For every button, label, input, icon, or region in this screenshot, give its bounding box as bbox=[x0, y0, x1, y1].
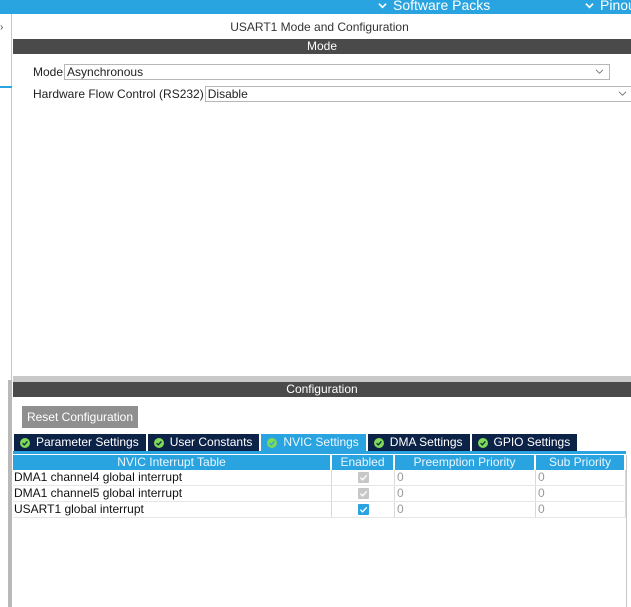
interrupt-name: USART1 global interrupt bbox=[13, 502, 332, 517]
panel-title: USART1 Mode and Configuration bbox=[230, 20, 409, 34]
column-header-enabled[interactable]: Enabled bbox=[332, 455, 395, 470]
interrupt-name: DMA1 channel5 global interrupt bbox=[13, 486, 332, 501]
preemption-priority-cell: 0 bbox=[395, 470, 536, 485]
hardware-flow-control-value: Disable bbox=[207, 87, 248, 101]
chevron-down-icon bbox=[595, 69, 604, 74]
software-packs-menu[interactable]: Software Packs bbox=[378, 0, 490, 13]
tab-nvic-settings[interactable]: NVIC Settings bbox=[261, 434, 366, 451]
column-header-preemption-priority[interactable]: Preemption Priority bbox=[395, 455, 536, 470]
tab-user-constants[interactable]: User Constants bbox=[147, 434, 260, 451]
hardware-flow-control-row: Hardware Flow Control (RS232) Disable bbox=[33, 86, 631, 102]
preemption-priority-cell: 0 bbox=[395, 486, 536, 501]
hardware-flow-control-label: Hardware Flow Control (RS232) bbox=[33, 87, 204, 101]
chevron-down-icon bbox=[618, 91, 627, 96]
enabled-checkbox[interactable] bbox=[357, 504, 369, 515]
mode-select-value: Asynchronous bbox=[67, 65, 144, 79]
chevron-down-icon bbox=[378, 2, 387, 8]
mode-label: Mode bbox=[33, 65, 64, 79]
tab-parameter-settings[interactable]: Parameter Settings bbox=[14, 434, 146, 451]
enabled-cell bbox=[332, 502, 395, 517]
tab-label: Parameter Settings bbox=[36, 435, 139, 449]
sub-priority-cell: 0 bbox=[536, 486, 626, 501]
tab-label: DMA Settings bbox=[389, 435, 463, 449]
column-header-sub-priority[interactable]: Sub Priority bbox=[536, 455, 626, 470]
left-tab-glyph: › bbox=[0, 22, 4, 33]
check-circle-icon bbox=[20, 437, 30, 448]
table-header-row: NVIC Interrupt Table Enabled Preemption … bbox=[13, 455, 626, 470]
left-panel-tab[interactable]: › bbox=[0, 14, 12, 88]
enabled-checkbox bbox=[357, 488, 369, 499]
interrupt-name: DMA1 channel4 global interrupt bbox=[13, 470, 332, 485]
table-row[interactable]: DMA1 channel5 global interrupt 0 0 bbox=[13, 486, 626, 502]
mode-section-header: Mode bbox=[13, 39, 631, 54]
tab-label: NVIC Settings bbox=[283, 435, 359, 449]
checkmark-icon bbox=[359, 490, 367, 497]
pinout-menu[interactable]: Pinout bbox=[585, 0, 631, 13]
reset-configuration-button[interactable]: Reset Configuration bbox=[22, 406, 138, 428]
check-circle-icon bbox=[153, 437, 164, 448]
check-circle-icon bbox=[373, 437, 384, 448]
config-tabs: Parameter Settings User Constants NVIC S… bbox=[14, 434, 579, 451]
configuration-section-header: Configuration bbox=[13, 382, 631, 397]
tab-label: User Constants bbox=[169, 435, 253, 449]
usart1-config-panel: USART1 Mode and Configuration Mode Mode … bbox=[13, 14, 631, 607]
sub-priority-cell[interactable]: 0 bbox=[536, 502, 626, 517]
enabled-cell bbox=[332, 470, 395, 485]
nvic-interrupt-table: NVIC Interrupt Table Enabled Preemption … bbox=[13, 455, 626, 518]
enabled-checkbox bbox=[357, 472, 369, 483]
chevron-down-icon bbox=[585, 2, 594, 8]
table-row[interactable]: USART1 global interrupt 0 0 bbox=[13, 502, 626, 518]
software-packs-label: Software Packs bbox=[393, 0, 491, 13]
enabled-cell bbox=[332, 486, 395, 501]
sub-priority-cell: 0 bbox=[536, 470, 626, 485]
table-right-border bbox=[626, 455, 627, 607]
tabs-underline bbox=[13, 451, 626, 454]
left-scroll-strip[interactable] bbox=[8, 380, 12, 607]
tab-dma-settings[interactable]: DMA Settings bbox=[367, 434, 470, 451]
checkmark-icon bbox=[359, 474, 367, 481]
preemption-priority-cell[interactable]: 0 bbox=[395, 502, 536, 517]
tab-gpio-settings[interactable]: GPIO Settings bbox=[471, 434, 578, 451]
column-header-interrupt[interactable]: NVIC Interrupt Table bbox=[13, 455, 332, 470]
top-menu-bar: Software Packs Pinout bbox=[0, 0, 631, 14]
table-row[interactable]: DMA1 channel4 global interrupt 0 0 bbox=[13, 470, 626, 486]
check-circle-icon bbox=[477, 437, 488, 448]
mode-select[interactable]: Asynchronous bbox=[64, 64, 611, 80]
hardware-flow-control-select[interactable]: Disable bbox=[204, 86, 631, 102]
tab-label: GPIO Settings bbox=[493, 435, 571, 449]
pinout-label: Pinout bbox=[600, 0, 631, 13]
checkmark-icon bbox=[359, 506, 367, 513]
mode-row: Mode Asynchronous bbox=[33, 64, 611, 80]
check-circle-icon bbox=[267, 437, 278, 448]
